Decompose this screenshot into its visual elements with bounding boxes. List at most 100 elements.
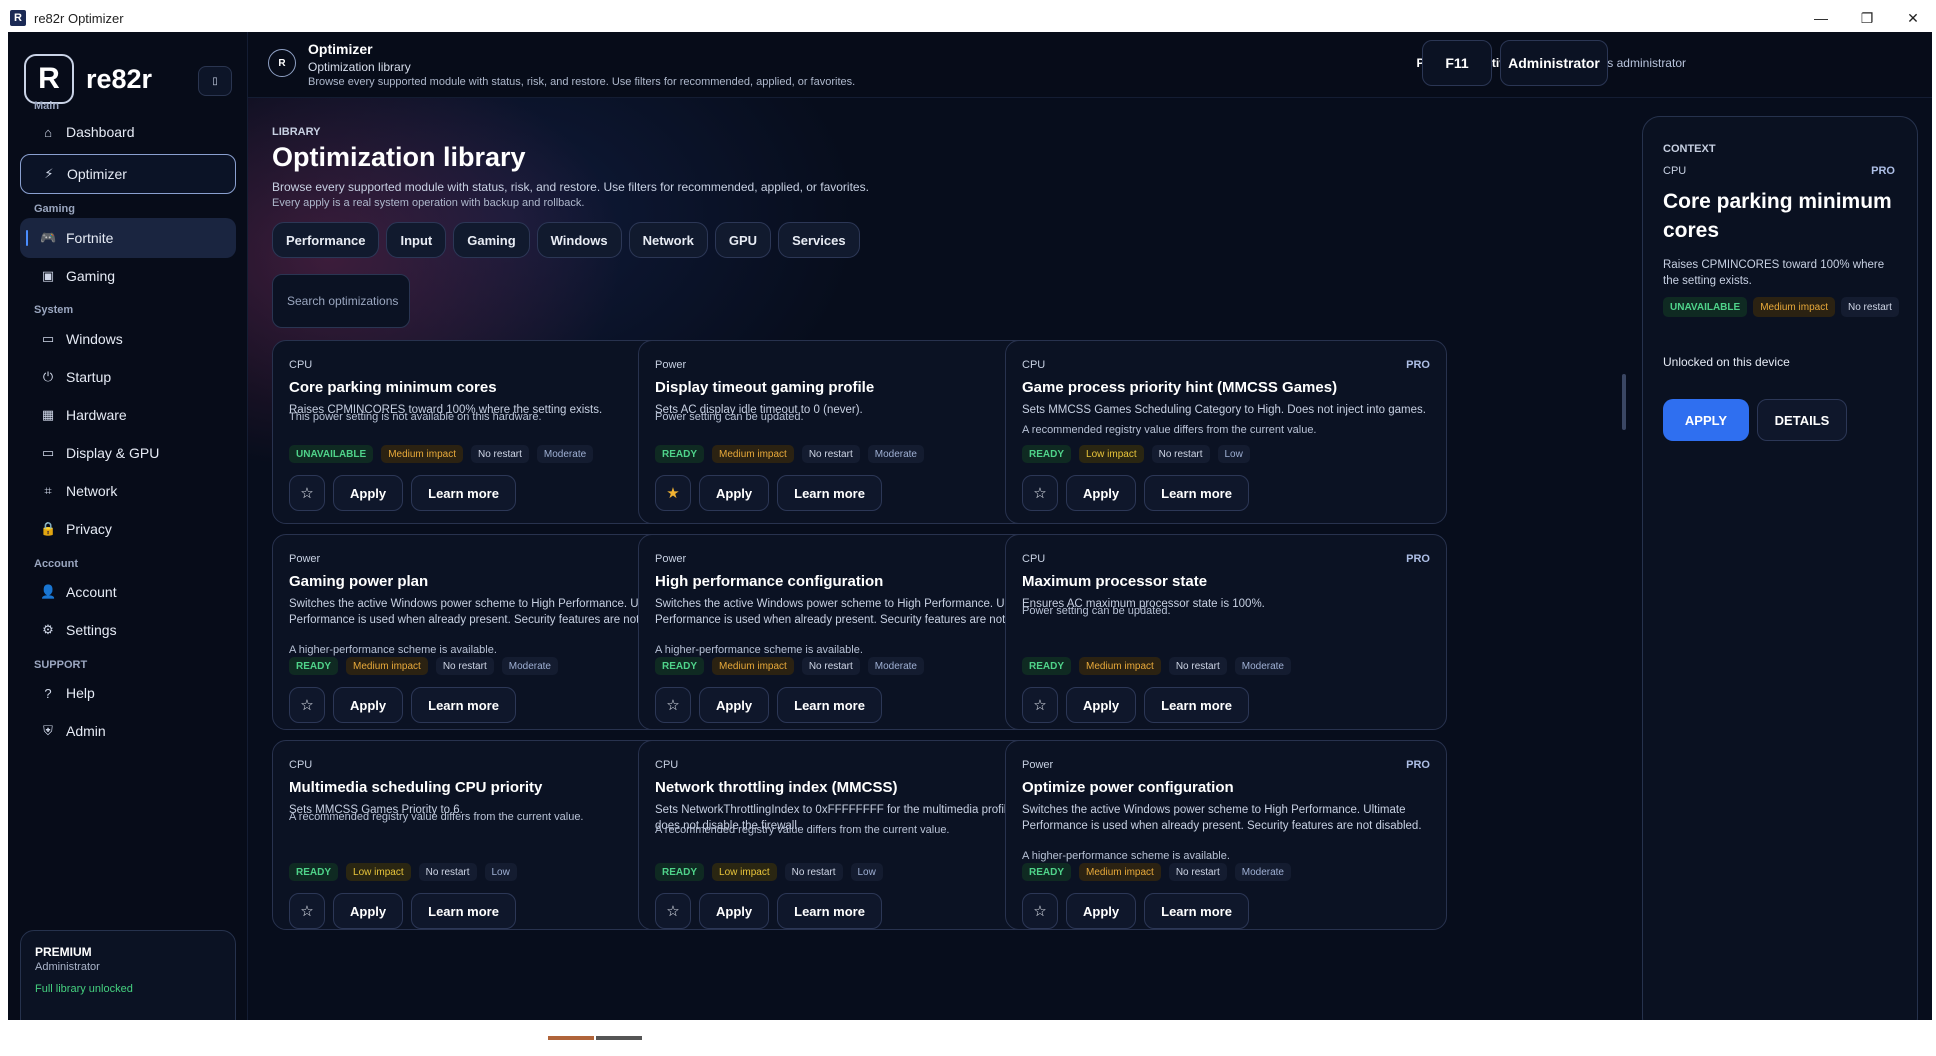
f11-button[interactable]: F11 bbox=[1422, 40, 1492, 86]
sidebar-item-network[interactable]: ⌗ Network bbox=[20, 471, 236, 511]
sidebar-item-label: Hardware bbox=[66, 407, 127, 423]
app-icon: R bbox=[10, 10, 26, 26]
pro-badge: PRO bbox=[1406, 553, 1430, 565]
sidebar-item-account[interactable]: 👤 Account bbox=[20, 572, 236, 612]
card-category: CPU bbox=[289, 359, 313, 371]
learn-more-button[interactable]: Learn more bbox=[411, 893, 516, 929]
learn-more-button[interactable]: Learn more bbox=[411, 475, 516, 511]
apply-button[interactable]: Apply bbox=[333, 893, 404, 929]
close-icon[interactable]: ✕ bbox=[1890, 0, 1936, 36]
filter-gpu[interactable]: GPU bbox=[714, 222, 772, 258]
learn-more-button[interactable]: Learn more bbox=[777, 687, 882, 723]
filter-network[interactable]: Network bbox=[628, 222, 708, 258]
card-tags: READY Medium impact No restart Moderate bbox=[655, 657, 924, 675]
sidebar-item-help[interactable]: ? Help bbox=[20, 673, 236, 713]
monitor-icon: ▭ bbox=[41, 331, 55, 346]
favorite-star-icon[interactable]: ☆ bbox=[655, 687, 691, 723]
search-input[interactable]: Search optimizations bbox=[272, 274, 410, 328]
collapse-sidebar-button[interactable]: ▯ bbox=[198, 66, 232, 96]
favorite-star-icon[interactable]: ★ bbox=[655, 475, 691, 511]
learn-more-button[interactable]: Learn more bbox=[411, 687, 516, 723]
favorite-star-icon[interactable]: ☆ bbox=[1022, 687, 1058, 723]
administrator-button[interactable]: Administrator bbox=[1500, 40, 1608, 86]
optimization-card[interactable]: CPU PRO Game process priority hint (MMCSS … bbox=[1005, 340, 1447, 524]
favorite-star-icon[interactable]: ☆ bbox=[1022, 893, 1058, 929]
risk-badge: Moderate bbox=[536, 445, 594, 463]
optimization-card[interactable]: CPU PRO Maximum processor state Ensures AC … bbox=[1005, 534, 1447, 730]
home-icon: ⌂ bbox=[44, 124, 52, 140]
favorite-star-icon[interactable]: ☆ bbox=[289, 687, 325, 723]
sidebar-item-privacy[interactable]: 🔒 Privacy bbox=[20, 509, 236, 549]
apply-button[interactable]: Apply bbox=[699, 893, 770, 929]
card-category: Power bbox=[289, 553, 321, 565]
sidebar-item-dashboard[interactable]: ⌂ Dashboard bbox=[20, 112, 236, 152]
restart-badge: No restart bbox=[435, 657, 494, 675]
sidebar: R re82r ▯ Main ⌂ Dashboard ⚡ Optimizer Gam… bbox=[8, 32, 248, 1052]
apply-button[interactable]: Apply bbox=[333, 475, 404, 511]
learn-more-button[interactable]: Learn more bbox=[777, 893, 882, 929]
sidebar-item-hardware[interactable]: ▦ Hardware bbox=[20, 395, 236, 435]
learn-more-button[interactable]: Learn more bbox=[1144, 475, 1249, 511]
sidebar-item-display-gpu[interactable]: ▭ Display & GPU bbox=[20, 433, 236, 473]
gamepad-icon: 🎮 bbox=[40, 230, 57, 245]
context-eyebrow: CONTEXT bbox=[1663, 143, 1716, 155]
pro-badge: PRO bbox=[1406, 359, 1430, 371]
card-note: A recommended registry value differs fro… bbox=[1022, 424, 1317, 436]
apply-button[interactable]: Apply bbox=[1066, 475, 1137, 511]
scrollbar-thumb[interactable] bbox=[1622, 374, 1626, 430]
learn-more-button[interactable]: Learn more bbox=[1144, 687, 1249, 723]
sidebar-item-windows[interactable]: ▭ Windows bbox=[20, 319, 236, 359]
sidebar-item-settings[interactable]: ⚙ Settings bbox=[20, 610, 236, 650]
apply-button[interactable]: Apply bbox=[1066, 687, 1137, 723]
header-description: Browse every supported module with statu… bbox=[308, 76, 856, 88]
card-description: Switches the active Windows power scheme… bbox=[1022, 804, 1422, 832]
favorite-star-icon[interactable]: ☆ bbox=[655, 893, 691, 929]
apply-button[interactable]: Apply bbox=[699, 687, 770, 723]
filter-performance[interactable]: Performance bbox=[272, 222, 380, 258]
filter-gaming[interactable]: Gaming bbox=[453, 222, 530, 258]
user-icon: 👤 bbox=[40, 584, 57, 599]
apply-button[interactable]: Apply bbox=[1066, 893, 1137, 929]
card-note: A recommended registry value differs fro… bbox=[655, 824, 950, 836]
learn-more-button[interactable]: Learn more bbox=[777, 475, 882, 511]
learn-more-button[interactable]: Learn more bbox=[1144, 893, 1249, 929]
sidebar-item-admin[interactable]: ⛨ Admin bbox=[20, 711, 236, 751]
sidebar-item-fortnite[interactable]: 🎮 Fortnite bbox=[20, 218, 236, 258]
filter-windows[interactable]: Windows bbox=[536, 222, 622, 258]
favorite-star-icon[interactable]: ☆ bbox=[289, 893, 325, 929]
minimize-icon[interactable]: — bbox=[1798, 0, 1844, 36]
window-title: re82r Optimizer bbox=[34, 10, 124, 26]
restore-icon[interactable]: ❐ bbox=[1844, 0, 1890, 36]
card-tags: READY Medium impact No restart Moderate bbox=[289, 657, 558, 675]
nav-section-system: System bbox=[34, 304, 74, 316]
sidebar-item-gaming[interactable]: ▣ Gaming bbox=[20, 256, 236, 296]
network-icon: ⌗ bbox=[44, 483, 52, 498]
status-badge: READY bbox=[655, 445, 705, 463]
favorite-star-icon[interactable]: ☆ bbox=[1022, 475, 1058, 511]
nav-section-gaming: Gaming bbox=[34, 203, 75, 215]
context-apply-button[interactable]: APPLY bbox=[1663, 399, 1749, 441]
sidebar-item-label: Settings bbox=[66, 622, 117, 638]
apply-button[interactable]: Apply bbox=[699, 475, 770, 511]
sidebar-item-optimizer[interactable]: ⚡ Optimizer bbox=[20, 154, 236, 194]
filter-input[interactable]: Input bbox=[386, 222, 447, 258]
card-title: Optimize power configuration bbox=[1022, 779, 1234, 796]
card-title: Maximum processor state bbox=[1022, 573, 1208, 590]
optimization-card[interactable]: Power PRO Optimize power configuration Swit… bbox=[1005, 740, 1447, 930]
card-actions: ☆ Apply Learn more bbox=[289, 475, 516, 511]
status-badge: READY bbox=[1022, 863, 1072, 881]
card-tags: READY Medium impact No restart Moderate bbox=[1022, 863, 1291, 881]
favorite-star-icon[interactable]: ☆ bbox=[289, 475, 325, 511]
window-controls: — ❐ ✕ bbox=[1798, 0, 1936, 36]
header-subtitle: Optimization library bbox=[308, 60, 411, 74]
sidebar-item-startup[interactable]: ⏻ Startup bbox=[20, 357, 236, 397]
impact-badge: Low impact bbox=[712, 863, 777, 881]
card-actions: ☆ Apply Learn more bbox=[1022, 893, 1249, 929]
card-tags: READY Low impact No restart Low bbox=[655, 863, 883, 881]
filter-services[interactable]: Services bbox=[778, 222, 860, 258]
context-details-button[interactable]: DETAILS bbox=[1757, 399, 1847, 441]
apply-button[interactable]: Apply bbox=[333, 687, 404, 723]
risk-badge: Moderate bbox=[1234, 863, 1291, 881]
impact-badge: Medium impact bbox=[1079, 657, 1161, 675]
risk-badge: Moderate bbox=[867, 445, 924, 463]
